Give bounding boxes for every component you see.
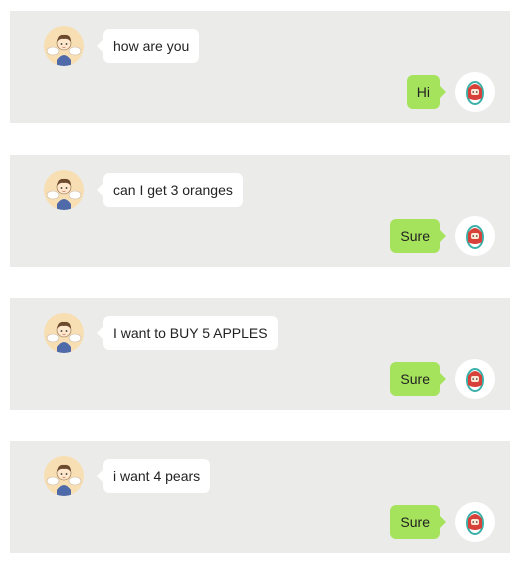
outgoing-message-row: Sure xyxy=(390,359,495,399)
incoming-message-row: can I get 3 oranges xyxy=(44,170,243,210)
bot-avatar-icon xyxy=(455,359,495,399)
outgoing-message-row: Sure xyxy=(390,216,495,256)
incoming-message-row: I want to BUY 5 APPLES xyxy=(44,313,278,353)
incoming-message-bubble: how are you xyxy=(96,29,200,63)
incoming-message-bubble: i want 4 pears xyxy=(96,459,211,493)
incoming-message-bubble: can I get 3 oranges xyxy=(97,173,243,207)
bot-avatar-icon xyxy=(455,502,495,542)
user-avatar-icon xyxy=(44,313,84,353)
outgoing-message-bubble: Sure xyxy=(390,219,446,253)
outgoing-message-bubble: Sure xyxy=(390,362,446,396)
bot-avatar-icon xyxy=(455,216,495,256)
bot-avatar-icon xyxy=(455,72,495,112)
conversation-panel: i want 4 pears Sure xyxy=(10,441,510,553)
conversation-panel: how are you Hi xyxy=(10,11,510,123)
outgoing-message-bubble: Hi xyxy=(406,75,447,109)
incoming-message-row: i want 4 pears xyxy=(44,456,211,496)
user-avatar-icon xyxy=(44,26,84,66)
conversation-panel: I want to BUY 5 APPLES Sure xyxy=(10,298,510,410)
incoming-message-bubble: I want to BUY 5 APPLES xyxy=(97,316,278,350)
user-avatar-icon xyxy=(44,170,84,210)
user-avatar-icon xyxy=(44,456,84,496)
outgoing-message-row: Sure xyxy=(390,502,495,542)
incoming-message-row: how are you xyxy=(44,26,200,66)
outgoing-message-row: Hi xyxy=(406,72,495,112)
outgoing-message-bubble: Sure xyxy=(390,505,446,539)
conversation-panel: can I get 3 oranges Sure xyxy=(10,155,510,267)
